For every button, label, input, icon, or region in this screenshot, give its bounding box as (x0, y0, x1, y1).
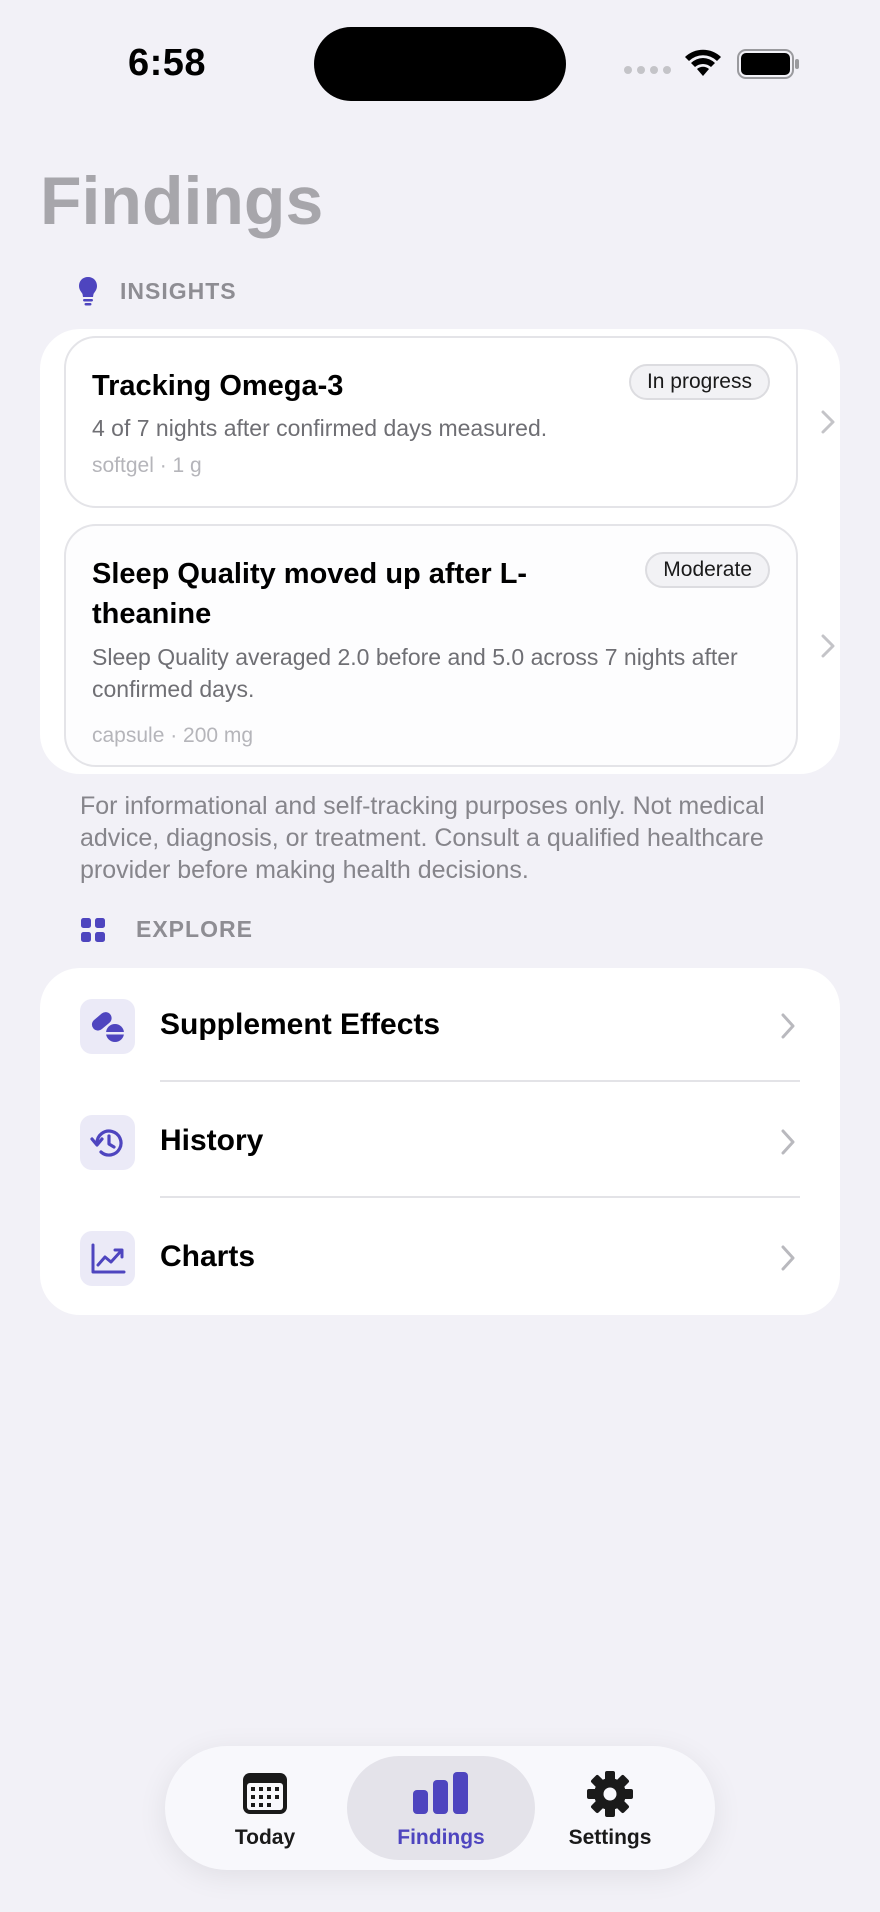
insights-card: Tracking Omega-3 In progress 4 of 7 nigh… (40, 329, 840, 774)
insight-title: Tracking Omega-3 (92, 370, 344, 402)
insight-description: Sleep Quality averaged 2.0 before and 5.… (92, 644, 738, 702)
explore-item-charts[interactable]: Charts (40, 1200, 840, 1316)
gear-icon (587, 1771, 633, 1817)
tab-today[interactable]: Today (205, 1746, 325, 1870)
explore-item-supplement-effects[interactable]: Supplement Effects (40, 968, 840, 1084)
chevron-right-icon[interactable] (820, 409, 836, 435)
strength-badge: Moderate (645, 552, 770, 588)
lightbulb-icon (79, 277, 97, 306)
insight-card-omega3[interactable]: Tracking Omega-3 In progress 4 of 7 nigh… (64, 336, 798, 508)
insights-section-label: INSIGHTS (120, 277, 237, 304)
status-badge: In progress (628, 364, 770, 400)
chevron-right-icon[interactable] (820, 633, 836, 659)
cellular-signal-icon (624, 66, 671, 74)
grid-icon (81, 917, 105, 942)
insight-card-ltheanine[interactable]: Sleep Quality moved up after L-theanine … (64, 524, 798, 767)
tab-findings[interactable]: Findings (347, 1746, 535, 1870)
row-divider (160, 1080, 800, 1082)
findings-screen: 6:58 Findings INSIGHTS Tracking Omega-3 … (0, 0, 880, 1912)
tab-label: Findings (397, 1826, 485, 1849)
explore-item-history[interactable]: History (40, 1084, 840, 1200)
insight-meta: capsule · 200 mg (92, 724, 254, 747)
explore-item-label: Charts (160, 1240, 256, 1273)
explore-section-header: EXPLORE (80, 916, 253, 943)
calendar-icon (243, 1773, 287, 1814)
tab-settings[interactable]: Settings (545, 1746, 675, 1870)
insights-section-header: INSIGHTS (78, 276, 237, 306)
chevron-right-icon (781, 1013, 795, 1039)
history-icon (80, 1115, 135, 1170)
status-time: 6:58 (128, 42, 207, 84)
tab-label: Today (234, 1826, 296, 1849)
bar-chart-icon (413, 1772, 468, 1814)
explore-card: Supplement Effects History Charts (40, 968, 840, 1315)
insight-description: 4 of 7 nights after confirmed days measu… (92, 415, 548, 441)
tab-bar: Today Findings Settings (165, 1746, 715, 1870)
explore-section-label: EXPLORE (136, 916, 253, 942)
tab-label: Settings (568, 1826, 652, 1849)
dynamic-island (314, 27, 566, 101)
explore-item-label: History (160, 1124, 264, 1157)
chevron-right-icon (781, 1245, 795, 1271)
wifi-icon (685, 49, 721, 76)
chart-line-icon (80, 1231, 135, 1286)
row-divider (160, 1196, 800, 1198)
insight-meta: softgel · 1 g (92, 454, 202, 477)
battery-icon (737, 49, 799, 79)
disclaimer-text: For informational and self-tracking purp… (80, 792, 765, 884)
page-title: Findings (40, 163, 324, 239)
insight-title: Sleep Quality moved up after L-theanine (92, 558, 528, 630)
pills-icon (80, 999, 135, 1054)
explore-item-label: Supplement Effects (160, 1008, 441, 1041)
chevron-right-icon (781, 1129, 795, 1155)
